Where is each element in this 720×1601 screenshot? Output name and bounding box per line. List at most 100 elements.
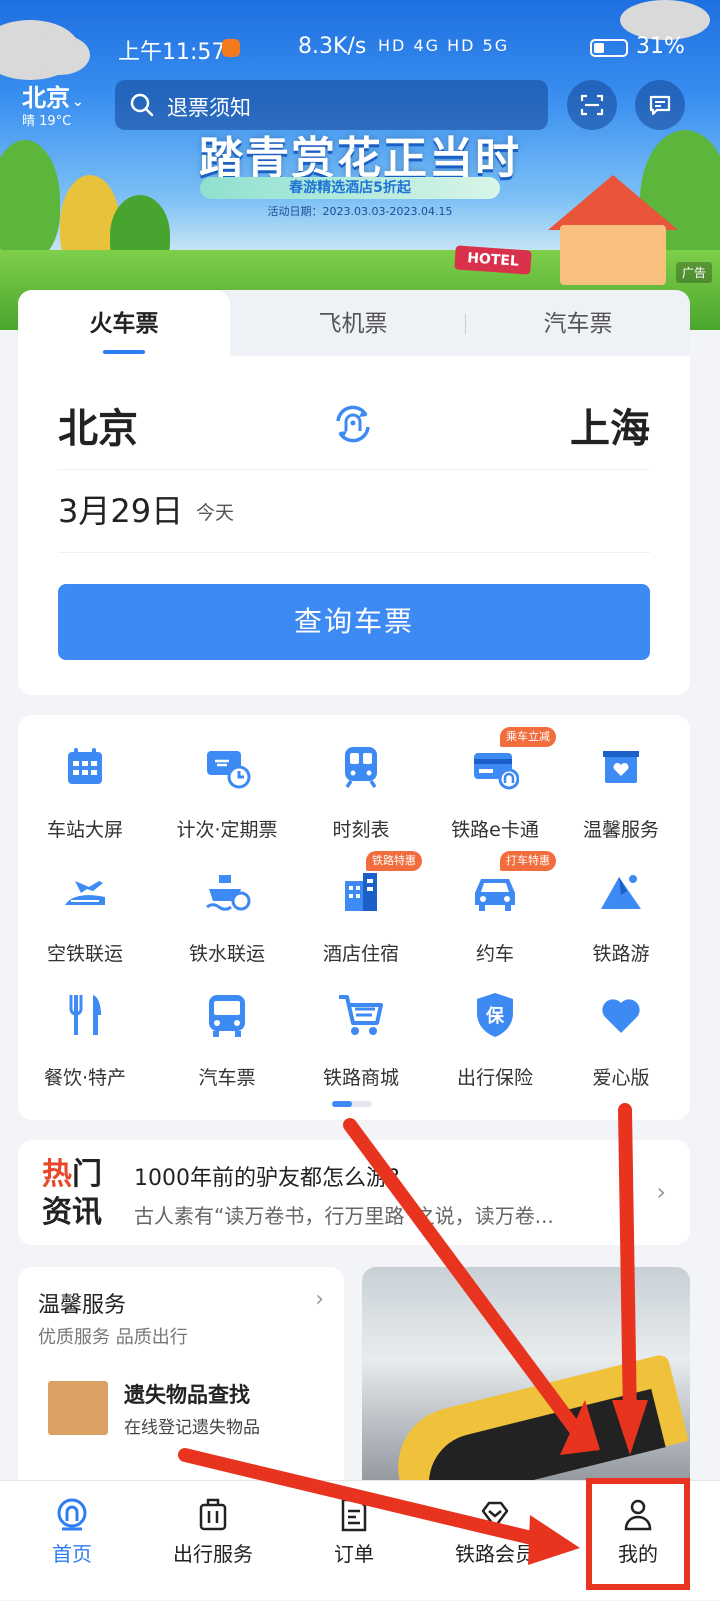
- status-time: 上午11:57: [118, 40, 226, 65]
- search-tickets-button[interactable]: 查询车票: [58, 584, 650, 660]
- banner-date: 活动日期：2023.03.03-2023.04.15: [267, 205, 453, 218]
- rail-card-icon: [474, 753, 519, 790]
- swap-icon: [336, 405, 370, 443]
- battery-icon: [590, 39, 628, 57]
- scan-button[interactable]: [567, 80, 617, 130]
- tab-orders[interactable]: 订单: [282, 1481, 426, 1601]
- service-station-screen[interactable]: 车站大屏: [18, 727, 152, 847]
- message-icon: [649, 95, 671, 116]
- news-tag-highlight: 热: [42, 1157, 72, 1192]
- card-title: 温馨服务: [38, 1293, 127, 1318]
- station-screen-icon: [68, 748, 102, 784]
- hot-news-card[interactable]: 热门 资讯 1000年前的驴友都怎么游? 古人素有“读万卷书，行万里路”之说，读…: [18, 1140, 690, 1245]
- service-rail-card[interactable]: 乘车立减 铁路e卡通: [428, 727, 562, 847]
- service-timetable[interactable]: 时刻表: [294, 727, 428, 847]
- signal-indicators: HD 4G HD 5G: [378, 36, 510, 55]
- heart-icon: [602, 999, 640, 1033]
- service-ticket-pass[interactable]: 计次·定期票: [160, 727, 294, 847]
- tab-membership[interactable]: 铁路会员: [423, 1481, 567, 1601]
- hotel-icon: [345, 873, 377, 911]
- service-label: 餐饮·特产: [43, 1067, 127, 1089]
- news-tag-text: 资讯: [42, 1195, 102, 1230]
- shopping-cart-icon: [339, 995, 383, 1035]
- service-label: 爱心版: [592, 1067, 650, 1089]
- service-grid: 车站大屏 计次·定期票 时刻表 乘车立减 铁路e卡通 温馨服务 空铁联运 铁水联…: [18, 715, 690, 1120]
- service-car[interactable]: 打车特惠 约车: [428, 851, 562, 971]
- chevron-down-icon: ⌄: [72, 94, 84, 110]
- battery-percent: 31%: [636, 34, 685, 59]
- date-note: 今天: [196, 502, 235, 524]
- tab-label: 首页: [52, 1542, 92, 1566]
- service-label: 约车: [475, 943, 514, 965]
- service-label: 计次·定期票: [176, 819, 278, 841]
- service-label: 汽车票: [198, 1067, 256, 1089]
- news-tag: 热门 资讯: [42, 1156, 112, 1232]
- service-air-rail[interactable]: 空铁联运: [18, 851, 152, 971]
- dining-icon: [69, 995, 101, 1035]
- form-divider: [58, 552, 650, 553]
- ad-label: 广告: [675, 262, 712, 283]
- tab-bus-ticket[interactable]: 汽车票: [466, 290, 690, 358]
- care-service-icon: [603, 751, 639, 783]
- service-label: 出行保险: [456, 1067, 533, 1089]
- service-rail-mall[interactable]: 铁路商城: [294, 975, 428, 1095]
- service-care[interactable]: 温馨服务: [554, 727, 688, 847]
- tab-home[interactable]: 首页: [0, 1481, 144, 1601]
- arrival-station[interactable]: 上海: [570, 396, 650, 454]
- chevron-right-icon: ›: [656, 1178, 666, 1206]
- network-speed: 8.3K/s: [298, 34, 367, 59]
- service-dining[interactable]: 餐饮·特产: [18, 975, 152, 1095]
- air-rail-icon: [65, 881, 105, 905]
- ticket-pass-icon: [207, 751, 251, 789]
- scan-icon: [580, 94, 604, 116]
- news-tag-text: 门: [72, 1157, 102, 1192]
- service-bus-ticket[interactable]: 汽车票: [160, 975, 294, 1095]
- svg-text:保: 保: [485, 1005, 505, 1027]
- home-icon: [57, 1498, 87, 1531]
- service-label: 车站大屏: [46, 819, 123, 841]
- search-icon: [129, 92, 155, 122]
- weather-text: 晴 19°C: [22, 114, 72, 129]
- service-rail-tour[interactable]: 铁路游: [554, 851, 688, 971]
- service-rail-ship[interactable]: 铁水联运: [160, 851, 294, 971]
- ticket-tabs: 火车票 飞机票 汽车票: [18, 290, 690, 358]
- care-service-card[interactable]: 温馨服务 › 优质服务 品质出行 遗失物品查找 在线登记遗失物品: [18, 1267, 344, 1497]
- luggage-icon: [199, 1498, 227, 1531]
- tab-travel-services[interactable]: 出行服务: [141, 1481, 285, 1601]
- service-care-version[interactable]: 爱心版: [554, 975, 688, 1095]
- service-hotel[interactable]: 铁路特惠 酒店住宿: [294, 851, 428, 971]
- order-icon: [341, 1498, 367, 1532]
- city-selector[interactable]: 北京 ⌄: [22, 78, 84, 113]
- hotel-house-illustration: [548, 175, 678, 285]
- lost-found-title[interactable]: 遗失物品查找: [124, 1379, 250, 1409]
- departure-station[interactable]: 北京: [58, 396, 138, 454]
- car-icon: [475, 879, 515, 911]
- tab-label: 铁路会员: [455, 1542, 535, 1566]
- service-insurance[interactable]: 保 出行保险: [428, 975, 562, 1095]
- form-divider: [58, 469, 650, 470]
- news-title: 1000年前的驴友都怎么游?: [134, 1166, 400, 1191]
- service-label: 酒店住宿: [322, 943, 399, 965]
- annotation-highlight-box: [586, 1478, 690, 1590]
- lost-found-desc: 在线登记遗失物品: [124, 1418, 260, 1438]
- message-button[interactable]: [635, 80, 685, 130]
- service-label: 铁路游: [592, 943, 650, 965]
- service-label: 铁路e卡通: [451, 819, 539, 841]
- swap-stations-button[interactable]: [330, 401, 376, 451]
- page-indicator: [332, 1101, 372, 1107]
- chevron-right-icon: ›: [315, 1287, 324, 1312]
- train-photo-card[interactable]: [362, 1267, 690, 1497]
- card-subtitle: 优质服务 品质出行: [38, 1327, 188, 1348]
- status-bar: 上午11:57 8.3K/s HD 4G HD 5G 31%: [0, 30, 720, 66]
- member-icon: [481, 1501, 509, 1529]
- tab-train-ticket[interactable]: 火车票: [18, 290, 230, 358]
- service-label: 铁水联运: [188, 943, 265, 965]
- tab-label: 出行服务: [173, 1542, 253, 1566]
- search-bar[interactable]: 退票须知: [115, 80, 548, 130]
- ticket-booking-card: 火车票 飞机票 汽车票 北京 上海 3月29日 今天 查询车票: [18, 290, 690, 695]
- search-placeholder: 退票须知: [167, 96, 251, 120]
- tab-flight-ticket[interactable]: 飞机票: [242, 290, 464, 358]
- travel-date[interactable]: 3月29日: [58, 486, 183, 532]
- service-label: 时刻表: [332, 819, 390, 841]
- city-name: 北京: [22, 84, 70, 112]
